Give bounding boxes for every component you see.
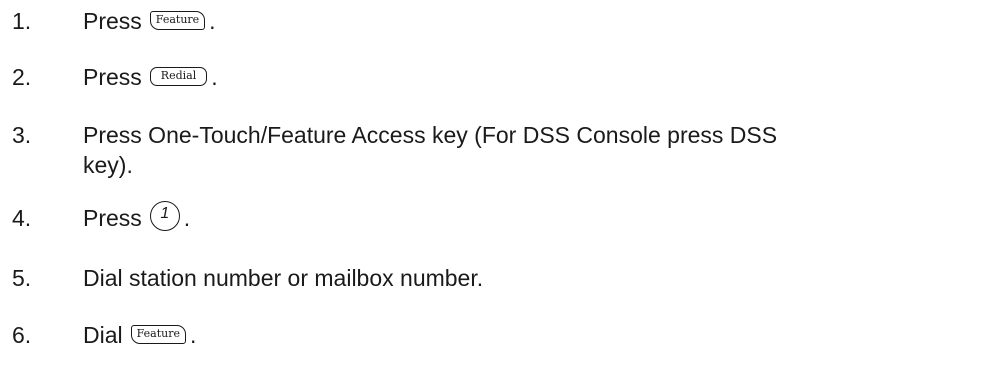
step-number: 3.: [12, 122, 32, 148]
step-number: 2.: [12, 64, 32, 90]
step-text: Press Redial.: [83, 62, 997, 92]
step-period: .: [209, 8, 216, 34]
feature-key-icon: Feature: [130, 325, 186, 345]
step-text: Dial Feature.: [83, 320, 997, 350]
step-period: .: [211, 64, 218, 90]
step-text-line: key).: [83, 152, 133, 178]
digit-1-key-icon: 1: [149, 200, 180, 231]
step-number: 5.: [12, 265, 32, 291]
step-text-line: Press One-Touch/Feature Access key (For …: [83, 122, 778, 148]
step-period: .: [183, 205, 191, 231]
step-verb: Press: [83, 8, 142, 34]
step-verb: Dial: [83, 322, 123, 348]
step-verb: Press: [83, 205, 142, 231]
step-text: Press 1.: [83, 200, 997, 235]
step-text: Press Feature.: [83, 6, 997, 36]
step-text: Press One-Touch/Feature Access key (For …: [83, 120, 997, 180]
redial-key-icon: Redial: [149, 67, 208, 87]
step-verb: Press: [83, 64, 142, 90]
step-text: Dial station number or mailbox number.: [83, 265, 484, 291]
step-number: 1.: [12, 8, 32, 34]
step-number: 6.: [12, 322, 32, 348]
step-number: 4.: [12, 205, 32, 231]
feature-key-icon: Feature: [149, 11, 206, 31]
step-period: .: [190, 322, 197, 348]
